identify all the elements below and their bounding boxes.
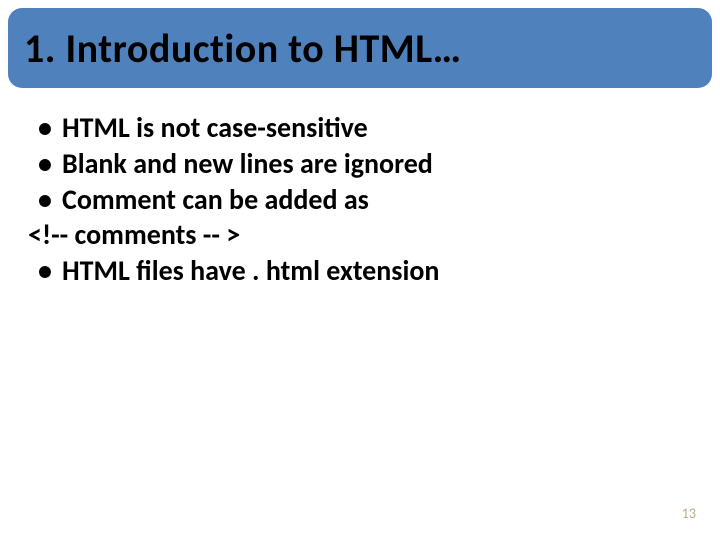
comment-example-text: <!-- comments -- > <box>28 217 240 253</box>
bullet-icon: • <box>28 110 62 146</box>
bullet-item: • HTML is not case-sensitive <box>28 110 692 146</box>
page-number: 13 <box>682 505 696 522</box>
slide-content: • HTML is not case-sensitive • Blank and… <box>28 110 692 289</box>
bullet-icon: • <box>28 146 62 182</box>
comment-example: <!-- comments -- > <box>28 217 692 253</box>
bullet-item: • Comment can be added as <box>28 182 692 218</box>
bullet-text: HTML files have . html extension <box>62 253 439 289</box>
bullet-item: • Blank and new lines are ignored <box>28 146 692 182</box>
bullet-text: HTML is not case-sensitive <box>62 110 368 146</box>
slide-title: 1. Introduction to HTML… <box>24 24 462 73</box>
title-banner: 1. Introduction to HTML… <box>8 8 712 88</box>
bullet-icon: • <box>28 253 62 289</box>
bullet-icon: • <box>28 182 62 218</box>
bullet-text: Comment can be added as <box>62 182 369 218</box>
bullet-item: • HTML files have . html extension <box>28 253 692 289</box>
bullet-text: Blank and new lines are ignored <box>62 146 433 182</box>
